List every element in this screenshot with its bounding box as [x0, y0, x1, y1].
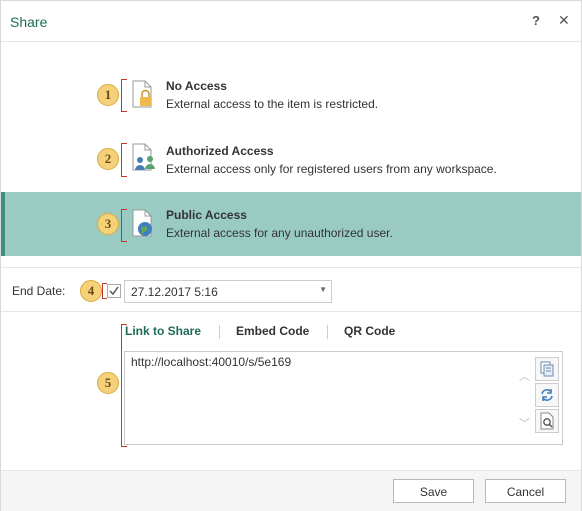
option-title: No Access — [166, 79, 227, 93]
callout-bracket — [121, 209, 127, 242]
option-description: External access to the item is restricte… — [166, 97, 379, 111]
regenerate-link-button[interactable] — [535, 383, 559, 407]
globe-document-icon — [132, 209, 152, 237]
end-date-checkbox[interactable] — [107, 284, 121, 298]
option-description: External access only for registered user… — [166, 162, 497, 176]
callout-bracket — [121, 79, 127, 112]
callout-badge-1: 1 — [97, 84, 119, 106]
magnifier-document-icon — [540, 412, 554, 430]
divider — [1, 267, 581, 268]
option-description: External access for any unauthorized use… — [166, 226, 393, 240]
callout-bracket — [121, 143, 127, 177]
callout-badge-3: 3 — [97, 213, 119, 235]
dialog-titlebar: Share ? ✕ — [1, 1, 581, 42]
cancel-button[interactable]: Cancel — [485, 479, 566, 503]
option-authorized-access[interactable]: 2 Authorized Access External access only… — [1, 128, 581, 192]
option-public-access[interactable]: 3 Public Access External access for any … — [1, 192, 581, 256]
checkmark-icon — [109, 286, 119, 296]
scroll-down-icon[interactable]: ﹀ — [519, 415, 530, 431]
users-document-icon — [132, 143, 155, 171]
callout-badge-5: 5 — [97, 372, 119, 394]
copy-icon — [540, 361, 554, 377]
share-dialog: Share ? ✕ 1 No Access External access to… — [0, 0, 582, 511]
end-date-picker[interactable]: 27.12.2017 5:16 ▼ — [124, 280, 332, 303]
refresh-icon — [541, 389, 553, 401]
option-title: Public Access — [166, 208, 247, 222]
copy-button[interactable] — [535, 357, 559, 381]
callout-badge-2: 2 — [97, 148, 119, 170]
end-date-label: End Date: — [12, 284, 66, 298]
tab-link-to-share[interactable]: Link to Share — [125, 324, 201, 338]
end-date-value: 27.12.2017 5:16 — [131, 285, 218, 299]
lock-document-icon — [132, 80, 152, 108]
tab-divider — [219, 325, 220, 339]
share-link-url: http://localhost:40010/s/5e169 — [131, 355, 292, 369]
callout-badge-4: 4 — [80, 280, 102, 302]
tab-divider — [327, 325, 328, 339]
dialog-title: Share — [10, 14, 48, 30]
share-link-textarea[interactable]: http://localhost:40010/s/5e169 ︿ ﹀ — [124, 351, 563, 445]
tab-embed-code[interactable]: Embed Code — [236, 324, 309, 338]
close-button[interactable]: ✕ — [558, 12, 570, 29]
help-button[interactable]: ? — [532, 13, 540, 28]
tab-qr-code[interactable]: QR Code — [344, 324, 395, 338]
option-no-access[interactable]: 1 No Access External access to the item … — [1, 63, 581, 127]
chevron-down-icon[interactable]: ▼ — [319, 285, 327, 294]
save-button[interactable]: Save — [393, 479, 474, 503]
option-title: Authorized Access — [166, 144, 274, 158]
divider — [1, 311, 581, 312]
scroll-up-icon[interactable]: ︿ — [519, 368, 530, 384]
preview-link-button[interactable] — [535, 409, 559, 433]
